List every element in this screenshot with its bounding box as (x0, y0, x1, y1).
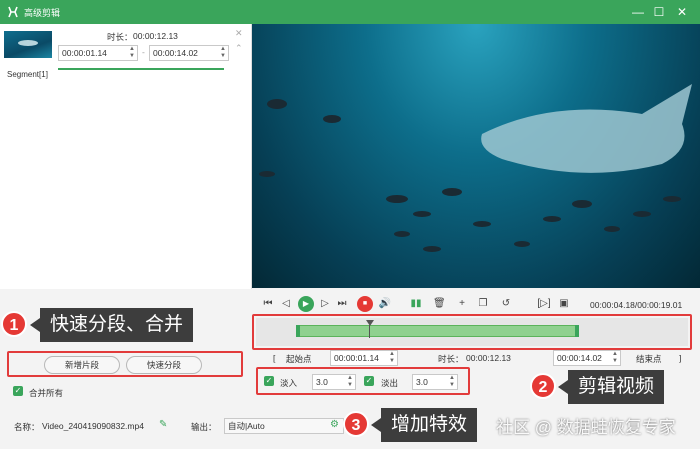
segment-start-input[interactable]: 00:00:01.14 ▲ ▼ (58, 45, 138, 61)
fade-out-label: 淡出 (381, 378, 399, 388)
delete-icon[interactable]: 🗑 (433, 297, 446, 311)
segment-close-icon[interactable]: ✕ (235, 28, 243, 39)
annotation-callout-1: 快速分段、合并 (40, 308, 194, 342)
fade-in-input[interactable]: 3.0 ▲ ▼ (312, 374, 356, 390)
output-settings-gear-icon[interactable]: ⚙ (330, 419, 339, 430)
timeline-start-handle[interactable] (296, 325, 300, 337)
snapshot-icon[interactable]: ▣ (558, 297, 570, 311)
stop-button[interactable]: ■ (357, 296, 373, 312)
start-point-label[interactable]: 起始点 (286, 353, 312, 365)
annotation-callout-2: 剪辑视频 (568, 370, 665, 404)
playhead-line (369, 325, 370, 338)
add-icon[interactable]: + (456, 297, 468, 311)
title-bar: 高级剪辑 — ☐ ✕ (0, 0, 700, 24)
watermark-text: 社区 @ 数据蛙恢复专家 (496, 418, 676, 437)
range-duration-label: 时长： (438, 354, 464, 364)
video-frame (259, 84, 692, 252)
range-duration-value: 00:00:12.13 (466, 353, 511, 363)
callout-pointer-2 (558, 380, 568, 394)
file-name-value: Video_240419090832.mp4 (42, 421, 144, 431)
mark-in-icon[interactable]: [▷] (537, 297, 551, 311)
segment-duration-value: 00:00:12.13 (133, 31, 178, 41)
output-label: 输出： (191, 422, 217, 432)
app-logo-icon (8, 6, 18, 18)
segment-end-input[interactable]: 00:00:14.02 ▲ ▼ (149, 45, 229, 61)
maximize-button[interactable]: ☐ (651, 4, 667, 20)
segment-list (0, 24, 252, 289)
annotation-callout-3: 增加特效 (381, 408, 478, 442)
range-end-input[interactable]: 00:00:14.02 ▲ ▼ (553, 350, 621, 366)
edit-name-icon[interactable]: ✎ (159, 419, 167, 430)
annotation-badge-3: 3 (343, 411, 369, 437)
volume-icon[interactable]: 🔊 (378, 297, 392, 311)
end-point-bracket: ] (679, 353, 682, 363)
playback-time: 00:00:04.18/00:00:19.01 (590, 300, 683, 310)
timeline-selection[interactable] (299, 325, 577, 337)
end-point-label[interactable]: 结束点 (636, 353, 662, 365)
split-icon[interactable]: ▮▮ (410, 297, 422, 311)
segment-range-dash: - (142, 47, 145, 57)
segment-collapse-icon[interactable]: ⌃ (235, 43, 243, 54)
merge-all-label: 合并所有 (29, 388, 64, 398)
reset-icon[interactable]: ↺ (500, 297, 512, 311)
segment-name: Segment[1] (7, 70, 48, 79)
minimize-button[interactable]: — (630, 4, 646, 20)
skip-start-icon[interactable]: ⏮ (262, 297, 274, 311)
start-point-bracket: [ (273, 353, 276, 363)
range-start-input[interactable]: 00:00:01.14 ▲ ▼ (330, 350, 398, 366)
fade-in-checkbox[interactable]: ✓ (264, 376, 274, 386)
output-select[interactable]: 自动|Auto (224, 418, 344, 434)
skip-end-icon[interactable]: ⏭ (336, 297, 348, 311)
timeline-end-handle[interactable] (575, 325, 579, 337)
annotation-badge-2: 2 (530, 373, 556, 399)
segment-duration-label: 时长： (107, 32, 133, 42)
callout-pointer-1 (30, 318, 40, 332)
prev-frame-icon[interactable]: ◁ (280, 297, 292, 311)
fade-out-input[interactable]: 3.0 ▲ ▼ (412, 374, 458, 390)
playhead-marker[interactable] (366, 320, 374, 326)
next-frame-icon[interactable]: ▷ (319, 297, 331, 311)
segment-thumbnail[interactable] (4, 31, 52, 58)
window-title: 高级剪辑 (24, 8, 61, 18)
fade-out-checkbox[interactable]: ✓ (364, 376, 374, 386)
copy-icon[interactable]: ❐ (477, 297, 489, 311)
callout-pointer-3 (371, 418, 381, 432)
merge-all-checkbox[interactable]: ✓ (13, 386, 23, 396)
video-preview[interactable] (252, 24, 700, 288)
file-name-label: 名称： (14, 422, 40, 432)
segment-progress-bar (58, 68, 224, 70)
annotation-badge-1: 1 (1, 311, 27, 337)
fade-in-label: 淡入 (280, 378, 298, 388)
play-button[interactable]: ▶ (298, 296, 314, 312)
close-button[interactable]: ✕ (674, 4, 690, 20)
